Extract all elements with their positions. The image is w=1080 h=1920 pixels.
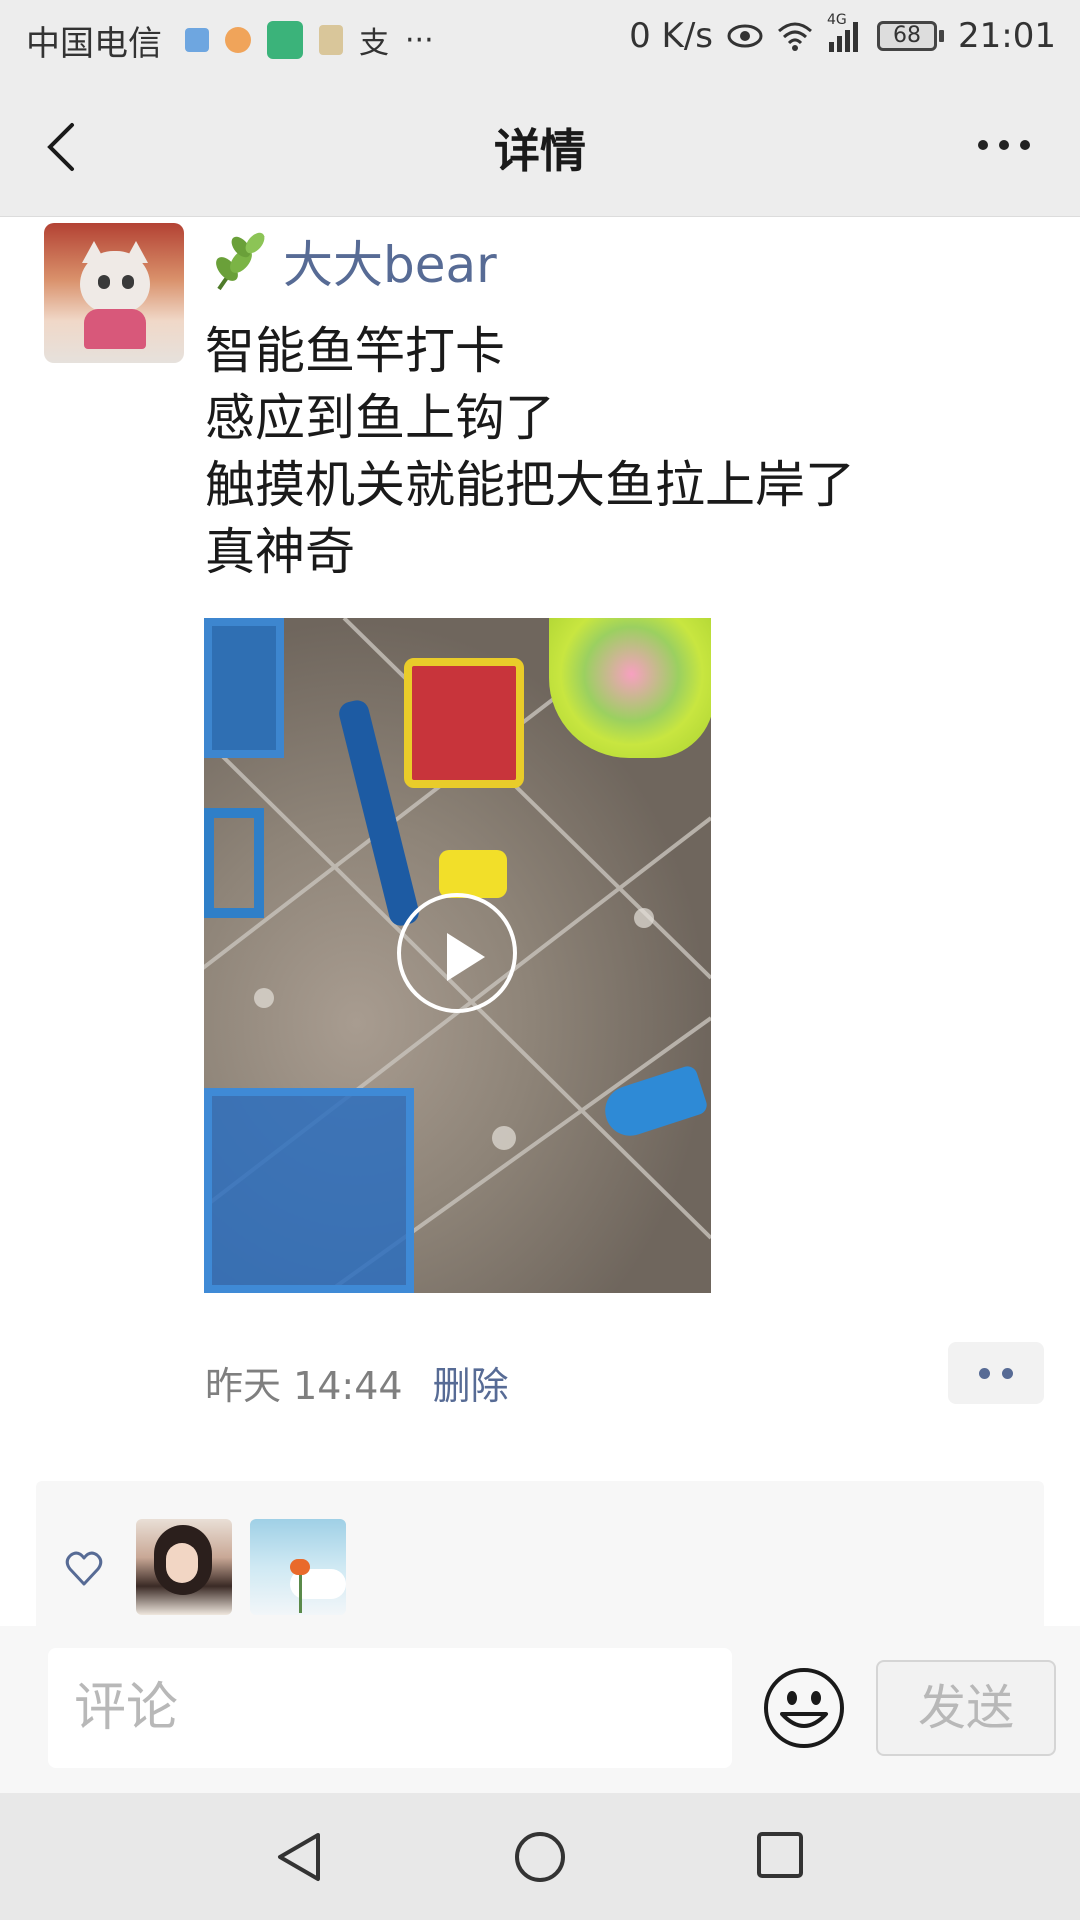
leaf-icon xyxy=(216,232,265,291)
post-video[interactable] xyxy=(204,618,711,1293)
nav-back-icon[interactable] xyxy=(274,1831,324,1883)
bag-icon xyxy=(319,25,343,55)
alipay-icon: 支 xyxy=(359,26,389,61)
post-text-line: 触摸机关就能把大鱼拉上岸了 xyxy=(205,456,855,514)
video-toy xyxy=(204,1088,414,1293)
liker-avatar[interactable] xyxy=(136,1519,232,1615)
video-icon xyxy=(185,28,209,52)
author-name[interactable]: 大大bear xyxy=(283,225,497,297)
more-dots-icon[interactable] xyxy=(964,125,1044,165)
delete-button[interactable]: 删除 xyxy=(433,1355,509,1410)
cell-signal: 4G xyxy=(827,12,863,52)
app-icon xyxy=(225,27,251,53)
comment-input[interactable] xyxy=(48,1648,732,1768)
play-icon[interactable] xyxy=(397,893,517,1013)
comment-bar: 发送 xyxy=(0,1626,1080,1793)
wifi-icon xyxy=(778,22,813,51)
battery-icon: 68 xyxy=(877,21,945,51)
send-button[interactable]: 发送 xyxy=(876,1660,1056,1756)
more-notifications-indicator: ··· xyxy=(405,22,434,58)
video-toy xyxy=(439,850,507,898)
nav-home-icon[interactable] xyxy=(514,1831,566,1883)
like-comment-button[interactable] xyxy=(948,1342,1044,1404)
status-bar: 中国电信 支 ··· 0 K/s 4G 68 21:01 xyxy=(0,0,1080,75)
nav-recent-apps-icon[interactable] xyxy=(756,1831,804,1879)
likes-section xyxy=(36,1481,1044,1626)
header: 详情 xyxy=(0,75,1080,217)
heart-icon xyxy=(65,1551,103,1586)
carrier-name: 中国电信 xyxy=(26,24,162,64)
clock: 21:01 xyxy=(958,16,1056,56)
system-nav-bar xyxy=(0,1793,1080,1920)
author-avatar[interactable] xyxy=(44,223,184,363)
eye-icon xyxy=(727,24,763,48)
battery-level: 68 xyxy=(877,21,938,51)
video-toy xyxy=(204,618,284,758)
post-text-line: 智能鱼竿打卡 xyxy=(205,322,505,380)
post-text-line: 真神奇 xyxy=(205,523,355,581)
post-meta: 昨天 14:44 删除 xyxy=(205,1355,509,1410)
status-right: 0 K/s 4G 68 21:01 xyxy=(629,12,1056,56)
liker-avatar[interactable] xyxy=(250,1519,346,1615)
author-name-row[interactable]: 大大bear xyxy=(205,225,497,297)
video-toy xyxy=(204,808,264,918)
post-text: 智能鱼竿打卡 感应到鱼上钩了 触摸机关就能把大鱼拉上岸了 真神奇 xyxy=(205,318,855,586)
page-title: 详情 xyxy=(494,124,586,178)
post-time: 昨天 14:44 xyxy=(205,1364,403,1408)
emoji-icon[interactable] xyxy=(762,1666,846,1750)
calendar-icon xyxy=(267,21,303,59)
notification-icons: 支 ··· xyxy=(185,18,434,62)
video-toy xyxy=(404,658,524,788)
network-type: 4G xyxy=(827,12,847,28)
net-speed: 0 K/s xyxy=(629,16,714,56)
post-text-line: 感应到鱼上钩了 xyxy=(205,389,555,447)
